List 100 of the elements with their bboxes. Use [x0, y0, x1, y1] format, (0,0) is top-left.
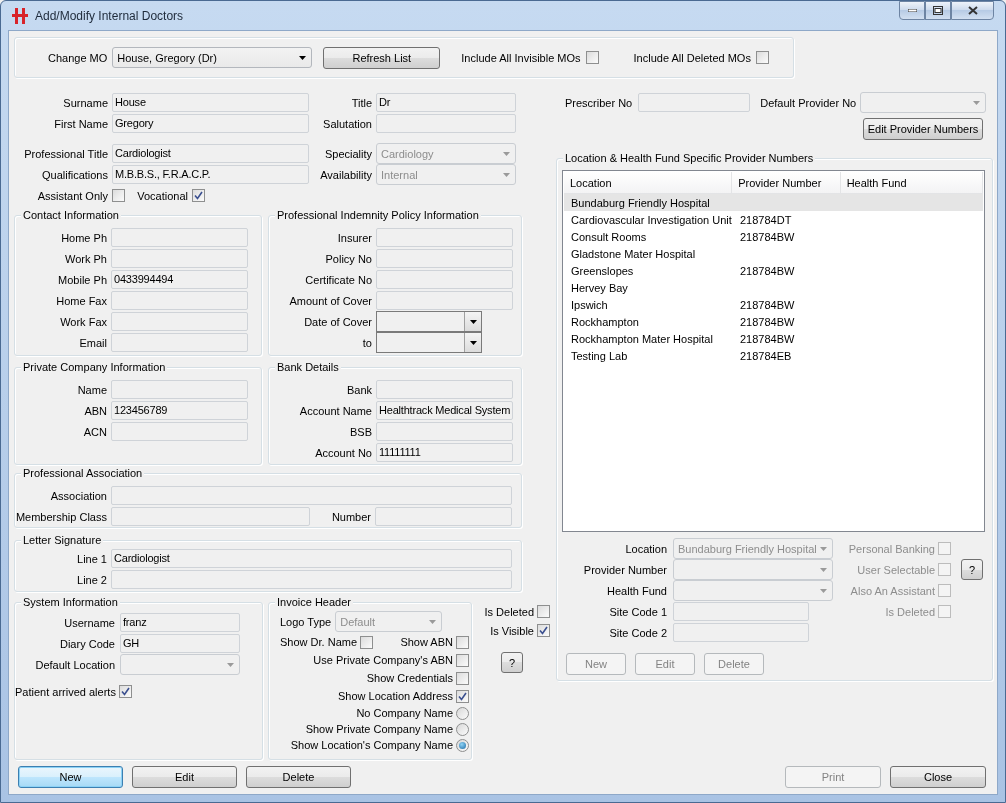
text-field[interactable]: 0433994494	[111, 270, 248, 289]
field-label: Availability	[319, 168, 372, 181]
text-field[interactable]	[375, 507, 512, 526]
text-field[interactable]: Cardiologist	[112, 144, 309, 163]
field-label: Default Provider No	[760, 96, 857, 109]
text-field[interactable]	[376, 114, 516, 133]
text-field[interactable]: Dr	[376, 93, 516, 112]
checkbox[interactable]	[585, 51, 599, 64]
caret-icon	[227, 662, 234, 667]
text-field[interactable]: M.B.B.S., F.R.A.C.P.	[112, 165, 309, 184]
column-header[interactable]: Location	[564, 172, 733, 193]
checkbox[interactable]	[537, 605, 550, 618]
dropdown-field[interactable]: House, Gregory (Dr)	[112, 47, 313, 68]
checkbox[interactable]	[456, 689, 469, 703]
refresh-button[interactable]: Refresh List	[323, 46, 441, 69]
text-field[interactable]	[111, 291, 248, 310]
checkbox-label: Personal Banking	[848, 542, 935, 555]
checkbox[interactable]	[192, 189, 205, 202]
text-field[interactable]	[111, 486, 512, 505]
edit-provider-button[interactable]: Edit Provider Numbers	[863, 118, 983, 140]
table-cell-text: 218784EB	[739, 349, 793, 362]
text-field[interactable]	[111, 249, 248, 268]
text-field[interactable]	[376, 291, 513, 310]
checkbox[interactable]	[456, 653, 469, 667]
column-header[interactable]: Provider Number	[732, 172, 841, 193]
maximize-button[interactable]	[925, 1, 951, 20]
checkbox[interactable]	[537, 624, 550, 637]
radio-button[interactable]	[456, 706, 469, 720]
list-row[interactable]: Hervey Bay	[564, 279, 983, 296]
text-field[interactable]: Gregory	[112, 114, 309, 133]
text-field[interactable]	[673, 602, 809, 621]
text-field[interactable]	[111, 422, 248, 441]
text-field[interactable]: 123456789	[111, 401, 248, 420]
close-button[interactable]: Close	[890, 766, 986, 788]
field-label: to	[361, 336, 372, 349]
text-field[interactable]	[376, 228, 513, 247]
checkbox[interactable]	[755, 51, 769, 64]
edit-button[interactable]: Edit	[132, 766, 237, 788]
field-label: Home Fax	[55, 294, 107, 307]
list-row[interactable]: Ipswich 218784BW	[564, 296, 983, 313]
text-field[interactable]: Cardiologist	[111, 549, 512, 568]
table-cell-text: 218784BW	[739, 230, 796, 243]
close-button[interactable]	[951, 1, 994, 20]
radio-button[interactable]	[456, 722, 469, 736]
radio-button[interactable]	[456, 738, 469, 752]
text-field[interactable]	[673, 623, 809, 642]
text-field[interactable]: 11111111	[376, 443, 513, 462]
group-title: Letter Signature	[21, 533, 104, 547]
group-title: Professional Association	[21, 466, 145, 480]
list-row[interactable]: Bundaburg Friendly Hospital	[564, 194, 983, 211]
column-header[interactable]: Health Fund	[840, 172, 983, 193]
table-cell-text: Cardiovascular Investigation Unit	[570, 213, 733, 226]
checkbox[interactable]	[119, 685, 132, 698]
text-field[interactable]	[376, 380, 513, 399]
list-row[interactable]: Gladstone Mater Hospital	[564, 245, 983, 262]
table-cell-text: Bundaburg Friendly Hospital	[570, 196, 711, 209]
field-label: Health Fund	[606, 584, 667, 597]
text-field[interactable]	[638, 93, 751, 112]
help-button[interactable]: ?	[961, 559, 983, 580]
checkbox-label: Also An Assistant	[850, 584, 935, 597]
checkbox-label: User Selectable	[857, 563, 935, 576]
list-row[interactable]: Rockhampton Mater Hospital 218784BW	[564, 330, 983, 347]
text-field[interactable]: franz	[120, 613, 240, 632]
text-field[interactable]	[111, 228, 248, 247]
text-field[interactable]	[111, 333, 248, 352]
checkbox-label: Is Deleted	[484, 605, 534, 618]
checkbox[interactable]	[456, 635, 469, 649]
text-field[interactable]: House	[112, 93, 309, 112]
field-label: Name	[76, 383, 107, 396]
field-label: Default Location	[34, 658, 115, 671]
table-cell-text: Greenslopes	[570, 264, 635, 277]
list-row[interactable]: Cardiovascular Investigation Unit 218784DT	[564, 211, 983, 228]
text-field[interactable]	[376, 422, 513, 441]
field-label: Site Code 1	[608, 605, 667, 618]
radio-label: No Company Name	[356, 707, 453, 719]
list-row[interactable]: Testing Lab 218784EB	[564, 347, 983, 364]
checkbox[interactable]	[360, 635, 374, 649]
text-field[interactable]	[111, 570, 512, 589]
text-field[interactable]	[111, 507, 310, 526]
checkbox[interactable]	[112, 189, 125, 202]
field-label: Site Code 2	[608, 626, 667, 639]
text-field[interactable]	[111, 312, 248, 331]
checkbox[interactable]	[456, 671, 469, 685]
date-field[interactable]	[376, 311, 482, 332]
text-field[interactable]	[111, 380, 248, 399]
text-field[interactable]	[376, 270, 513, 289]
date-field[interactable]	[376, 332, 482, 353]
text-field[interactable]: Healthtrack Medical System	[376, 401, 513, 420]
help-button[interactable]: ?	[501, 652, 523, 673]
text-field[interactable]	[376, 249, 513, 268]
field-label: Diary Code	[58, 637, 115, 650]
list-row[interactable]: Greenslopes 218784BW	[564, 262, 983, 279]
new-button[interactable]: New	[18, 766, 123, 788]
list-row[interactable]: Consult Rooms 218784BW	[564, 228, 983, 245]
field-label: BSB	[349, 425, 372, 438]
delete-button[interactable]: Delete	[246, 766, 351, 788]
field-label: Email	[78, 336, 107, 349]
text-field[interactable]: GH	[120, 634, 240, 653]
list-row[interactable]: Rockhampton 218784BW	[564, 313, 983, 330]
group-title: Invoice Header	[275, 595, 353, 609]
